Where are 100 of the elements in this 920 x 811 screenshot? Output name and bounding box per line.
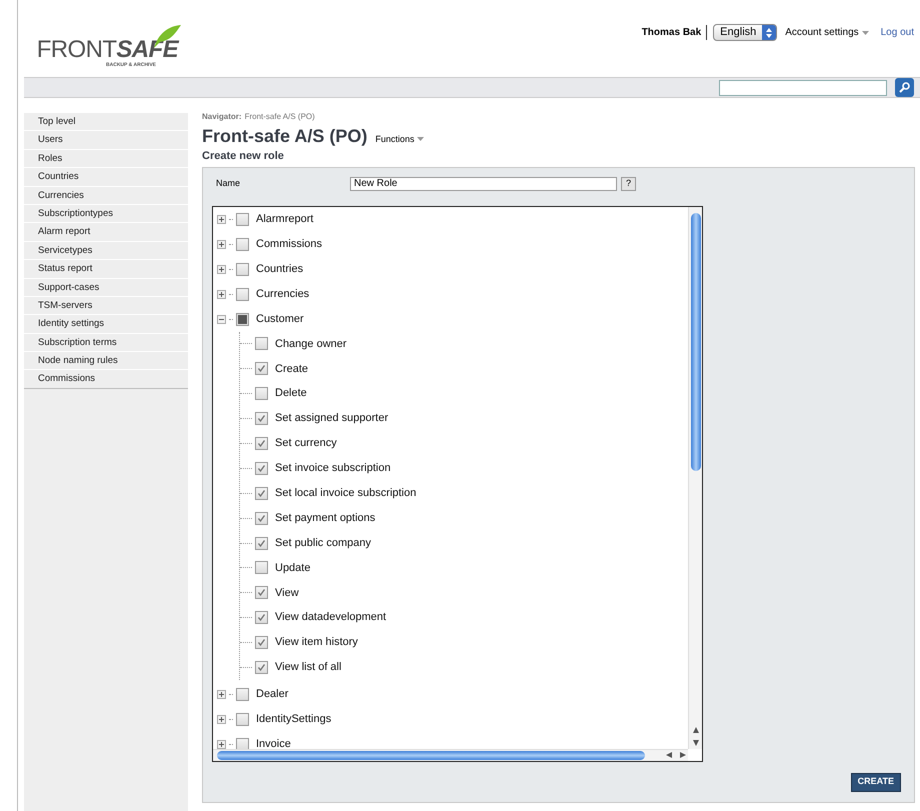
checkbox[interactable] <box>236 238 249 250</box>
checkbox[interactable] <box>255 437 268 450</box>
tree-item-label[interactable]: Change owner <box>275 336 347 352</box>
tree-item-label[interactable]: Set invoice subscription <box>275 460 391 477</box>
checkbox[interactable] <box>236 288 249 300</box>
name-field[interactable]: New Role <box>350 176 617 190</box>
stepper-icon <box>762 25 776 40</box>
page-title: Front-safe A/S (PO) <box>202 125 368 147</box>
checkbox[interactable] <box>255 512 268 525</box>
tree-item-label[interactable]: Update <box>275 560 310 576</box>
tree-item-label[interactable]: Customer <box>256 310 304 328</box>
functions-menu[interactable]: Functions <box>375 132 424 146</box>
logout-link[interactable]: Log out <box>880 25 914 40</box>
sidebar-item[interactable]: Top level <box>24 112 188 130</box>
tree-item-label[interactable]: Set payment options <box>275 510 376 526</box>
checkbox[interactable] <box>236 212 249 226</box>
checkbox[interactable] <box>255 337 268 350</box>
tree-item-label[interactable]: View <box>275 584 299 602</box>
create-button[interactable]: CREATE <box>850 772 901 792</box>
expand-icon[interactable] <box>217 690 226 699</box>
sidebar-item[interactable]: Servicetypes <box>24 240 188 260</box>
collapse-icon[interactable] <box>217 314 226 324</box>
checkbox[interactable] <box>255 462 268 475</box>
check-icon <box>257 439 266 448</box>
checkbox[interactable] <box>236 312 249 326</box>
search-field[interactable] <box>719 80 887 96</box>
checkbox[interactable] <box>255 636 268 650</box>
tree-item-label[interactable]: View list of all <box>275 659 342 676</box>
sidebar-item[interactable]: Currencies <box>24 186 188 204</box>
tree-item-label[interactable]: View datadevelopment <box>275 609 386 626</box>
check-icon <box>257 414 266 424</box>
checkbox[interactable] <box>236 262 249 276</box>
sidebar-item[interactable]: Alarm report <box>24 222 188 241</box>
tree-item-label[interactable]: Set currency <box>275 435 337 452</box>
caret-icon <box>417 137 424 142</box>
checkbox[interactable] <box>255 486 268 500</box>
tree-item-label[interactable]: IdentitySettings <box>256 711 332 728</box>
navigator-label: Navigator: <box>202 111 242 123</box>
search-icon <box>899 82 910 93</box>
checkbox[interactable] <box>255 611 268 624</box>
checkbox[interactable] <box>255 387 268 400</box>
check-icon <box>257 514 266 523</box>
sidebar-item[interactable]: Support-cases <box>24 278 188 296</box>
expand-icon[interactable] <box>217 240 226 248</box>
help-button[interactable]: ? <box>621 176 636 190</box>
user-name: Thomas Bak <box>642 25 708 40</box>
account-settings-link[interactable]: Account settings <box>785 25 869 40</box>
section-title: Create new role <box>202 149 285 164</box>
search-button[interactable] <box>895 78 914 97</box>
checkbox[interactable] <box>255 536 268 550</box>
tree-item-label[interactable]: Create <box>275 360 308 378</box>
language-select[interactable]: English <box>713 24 778 41</box>
tree-item-label[interactable]: Countries <box>256 260 304 278</box>
check-icon <box>257 638 266 648</box>
checkbox[interactable] <box>255 661 268 674</box>
caret-icon <box>862 30 869 34</box>
tree-item-label[interactable]: Currencies <box>256 286 310 302</box>
expand-icon[interactable] <box>217 740 226 749</box>
breadcrumb-link[interactable]: Front-safe A/S (PO) <box>244 111 315 123</box>
checkbox[interactable] <box>255 412 268 426</box>
checkbox[interactable] <box>236 712 249 726</box>
sidebar-item[interactable]: Status report <box>24 259 188 278</box>
checkbox[interactable] <box>236 738 249 751</box>
sidebar-item[interactable]: Commissions <box>24 369 188 388</box>
tree-item-label[interactable]: View item history <box>275 634 358 651</box>
sidebar-item[interactable]: Node naming rules <box>24 351 188 370</box>
sidebar-item[interactable]: Countries <box>24 167 188 186</box>
sidebar-item[interactable]: Roles <box>24 148 188 168</box>
tree-item-label[interactable]: Set local invoice subscription <box>275 485 416 502</box>
vertical-scrollbar[interactable] <box>688 206 702 748</box>
check-icon <box>257 488 266 498</box>
checkbox[interactable] <box>255 362 268 376</box>
expand-icon[interactable] <box>217 264 226 274</box>
check-icon <box>257 588 266 598</box>
checkbox[interactable] <box>255 586 268 600</box>
expand-icon[interactable] <box>217 290 226 298</box>
check-icon <box>257 613 266 622</box>
sidebar-item[interactable]: Users <box>24 130 188 149</box>
scroll-arrows-icon[interactable] <box>664 751 688 759</box>
tree-item-label[interactable]: Set assigned supporter <box>275 410 388 427</box>
tree-item-label[interactable]: Set public company <box>275 534 371 552</box>
check-icon <box>257 364 266 374</box>
sidebar-item[interactable]: Subscription terms <box>24 332 188 352</box>
tree-item-label[interactable]: Dealer <box>256 686 288 703</box>
tree-item-label[interactable]: Alarmreport <box>256 210 314 228</box>
expand-icon[interactable] <box>217 714 226 724</box>
sidebar-item[interactable]: TSM-servers <box>24 296 188 314</box>
checkbox[interactable] <box>236 688 249 701</box>
scroll-arrows-icon[interactable] <box>692 724 700 748</box>
tree-item-label[interactable]: Invoice <box>256 736 291 753</box>
checkbox[interactable] <box>255 561 268 574</box>
horizontal-scrollbar[interactable] <box>213 748 688 760</box>
expand-icon[interactable] <box>217 214 226 224</box>
tree-item-label[interactable]: Delete <box>275 385 307 402</box>
check-icon <box>257 464 266 473</box>
sidebar-item[interactable]: Identity settings <box>24 314 188 333</box>
tree-item-label[interactable]: Commissions <box>256 236 322 252</box>
sidebar-item[interactable]: Subscriptiontypes <box>24 204 188 222</box>
check-icon <box>257 538 266 548</box>
logo-wordmark: FRONTSAFE <box>36 38 180 62</box>
